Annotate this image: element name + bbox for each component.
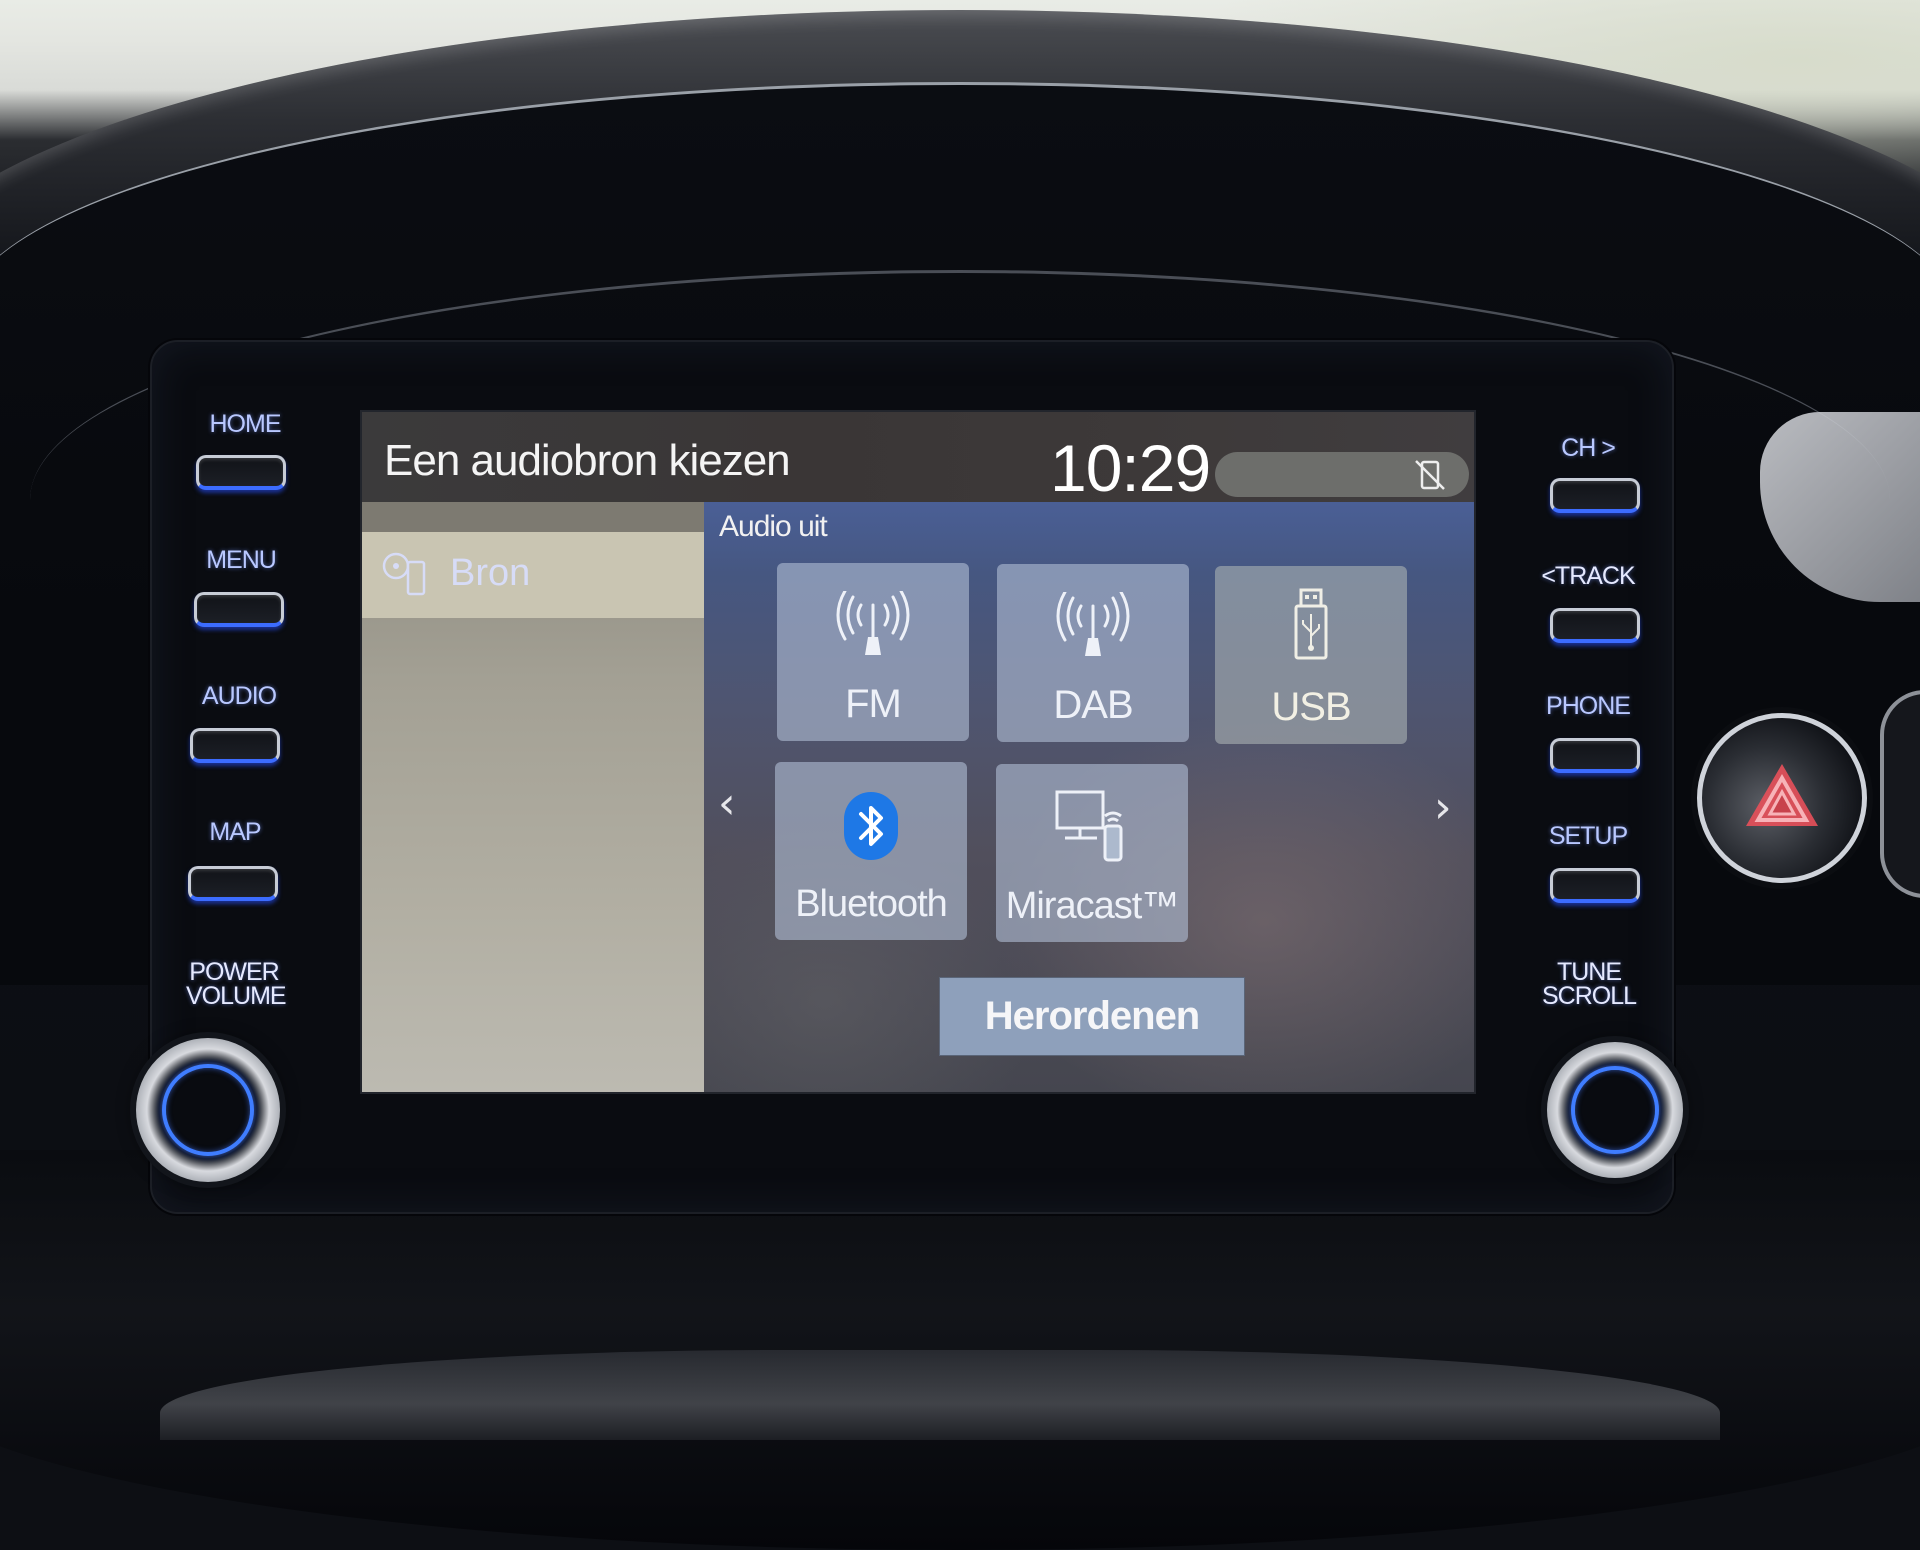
- tile-label: USB: [1271, 685, 1351, 729]
- menu-label: MENU: [206, 546, 277, 574]
- radio-antenna-icon: [1056, 592, 1130, 656]
- hazard-button[interactable]: [1697, 713, 1867, 883]
- phone-label: PHONE: [1546, 692, 1631, 720]
- lower-reflection: [160, 1350, 1720, 1440]
- sidebar-top-strip: [362, 502, 704, 532]
- audio-label: AUDIO: [201, 682, 277, 710]
- scroll-label: SCROLL: [1542, 982, 1637, 1010]
- clock: 10:29: [1050, 431, 1211, 505]
- miracast-icon: [1055, 790, 1123, 862]
- screen-header: Een audiobron kiezen 10:29: [362, 412, 1474, 505]
- map-label: MAP: [209, 818, 261, 846]
- phone-disconnected-icon: [1415, 460, 1445, 490]
- tune-scroll-knob[interactable]: [1547, 1042, 1683, 1178]
- setup-label: SETUP: [1548, 822, 1628, 850]
- map-button[interactable]: [188, 866, 278, 901]
- page-title: Een audiobron kiezen: [384, 436, 791, 485]
- volume-label: VOLUME: [186, 982, 287, 1010]
- ch-next-label: CH >: [1561, 434, 1616, 462]
- tile-label: Bluetooth: [795, 883, 948, 925]
- tile-label: DAB: [1053, 683, 1133, 727]
- phone-button[interactable]: [1550, 738, 1640, 773]
- tile-label: Miracast™: [1005, 885, 1180, 927]
- home-label: HOME: [209, 410, 282, 438]
- next-page-button[interactable]: ›: [1434, 786, 1452, 830]
- side-control-pod: [1880, 690, 1920, 898]
- power-label: POWER: [189, 958, 279, 986]
- radio-antenna-icon: [836, 591, 910, 655]
- sidebar-item-label: Bron: [450, 552, 531, 594]
- infotainment-screen: Een audiobron kiezen 10:29 Bron Audio ui…: [360, 410, 1476, 1094]
- sidebar-item-source[interactable]: Bron: [362, 532, 708, 618]
- menu-button[interactable]: [194, 592, 284, 627]
- source-icon: [382, 552, 426, 596]
- power-volume-label: POWER VOLUME: [186, 958, 287, 1010]
- audio-button[interactable]: [190, 728, 280, 763]
- setup-button[interactable]: [1550, 868, 1640, 903]
- home-button[interactable]: [196, 455, 286, 490]
- source-tile-usb[interactable]: USB: [1215, 566, 1407, 744]
- source-tile-fm[interactable]: FM: [777, 563, 969, 741]
- source-tile-bluetooth[interactable]: Bluetooth: [775, 762, 967, 940]
- hazard-warning-icon: [1746, 764, 1818, 826]
- bluetooth-icon: [844, 792, 898, 860]
- audio-source-panel: Audio uit FM DAB USB Bluetooth Miracast™…: [704, 502, 1474, 1092]
- power-volume-knob[interactable]: [136, 1038, 280, 1182]
- track-prev-button[interactable]: [1550, 608, 1640, 643]
- tune-scroll-label: TUNE SCROLL: [1542, 958, 1637, 1010]
- usb-icon: [1294, 588, 1328, 660]
- previous-page-button[interactable]: ‹: [718, 782, 736, 826]
- source-tile-miracast[interactable]: Miracast™: [996, 764, 1188, 942]
- audio-status-label: Audio uit: [719, 510, 828, 543]
- knob-ring: [1571, 1066, 1659, 1154]
- source-tile-dab[interactable]: DAB: [997, 564, 1189, 742]
- status-bar: [1215, 452, 1469, 497]
- tune-label: TUNE: [1556, 958, 1622, 986]
- knob-ring: [162, 1064, 254, 1156]
- tile-label: FM: [845, 682, 902, 726]
- source-sidebar: Bron: [362, 502, 708, 1092]
- ch-next-button[interactable]: [1550, 478, 1640, 513]
- track-prev-label: <TRACK: [1541, 562, 1635, 590]
- reorder-button[interactable]: Herordenen: [939, 977, 1245, 1056]
